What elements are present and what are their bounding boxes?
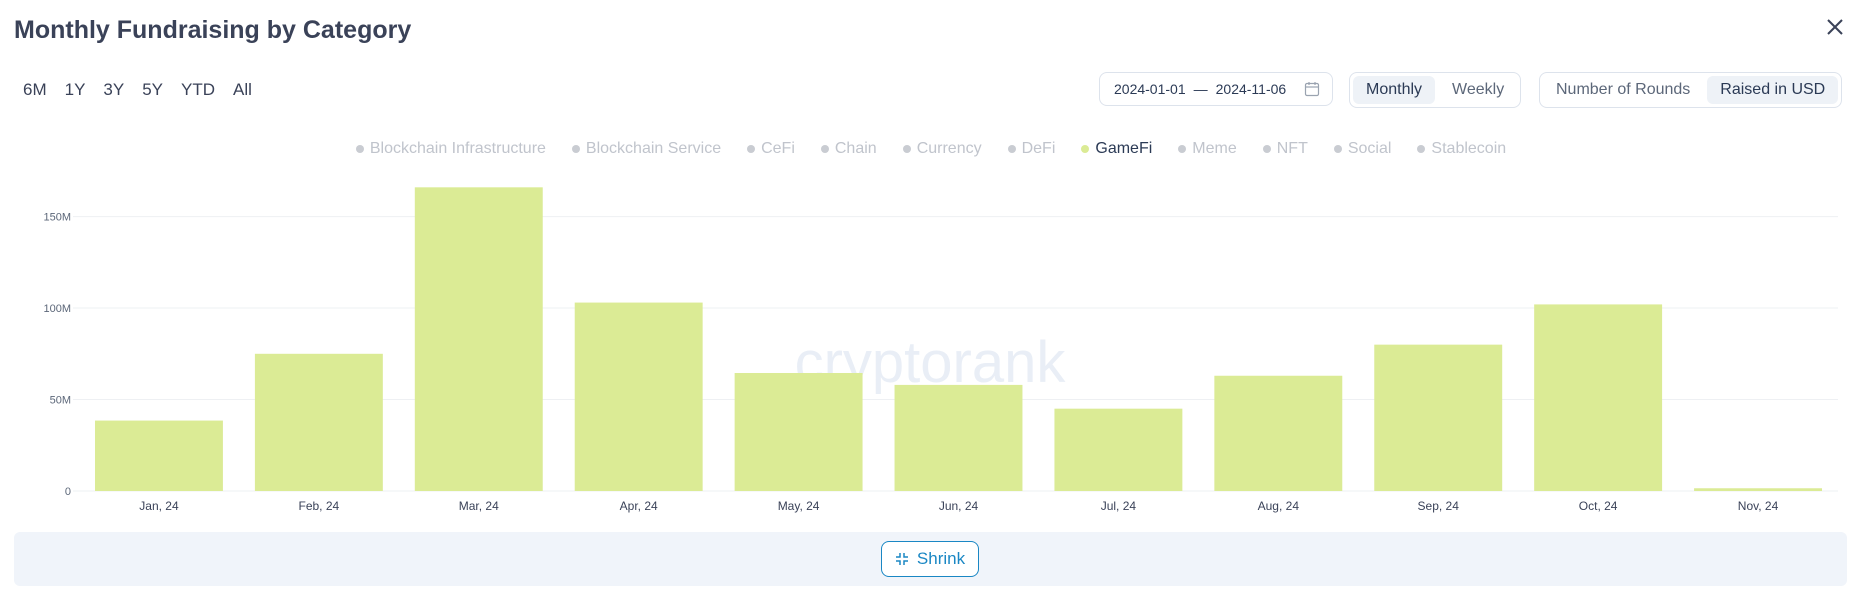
x-tick-label: Apr, 24 bbox=[620, 499, 658, 513]
bar-5[interactable] bbox=[734, 373, 863, 491]
bar-11[interactable] bbox=[1694, 488, 1823, 491]
y-tick-label: 50M bbox=[50, 395, 71, 407]
bar-10[interactable] bbox=[1534, 304, 1663, 491]
x-tick-label: Aug, 24 bbox=[1258, 499, 1300, 513]
x-tick-label: May, 24 bbox=[778, 499, 820, 513]
y-tick-label: 0 bbox=[65, 486, 71, 498]
x-tick-label: Jul, 24 bbox=[1101, 499, 1137, 513]
shrink-label: Shrink bbox=[916, 549, 966, 568]
shrink-button[interactable]: Shrink bbox=[881, 541, 979, 577]
y-tick-label: 100M bbox=[43, 303, 71, 315]
bar-9[interactable] bbox=[1374, 344, 1503, 491]
x-tick-label: Sep, 24 bbox=[1418, 499, 1460, 513]
bar-3[interactable] bbox=[414, 187, 543, 492]
shrink-icon bbox=[895, 553, 908, 565]
bar-7[interactable] bbox=[1054, 408, 1183, 491]
x-tick-label: Nov, 24 bbox=[1738, 499, 1779, 513]
x-tick-label: Oct, 24 bbox=[1579, 499, 1618, 513]
bar-4[interactable] bbox=[574, 302, 703, 491]
x-tick-label: Jan, 24 bbox=[139, 499, 179, 513]
x-tick-label: Feb, 24 bbox=[299, 499, 340, 513]
bar-2[interactable] bbox=[254, 353, 383, 491]
y-tick-label: 150M bbox=[43, 212, 71, 224]
x-tick-label: Mar, 24 bbox=[459, 499, 499, 513]
bar-1[interactable] bbox=[94, 420, 223, 491]
x-tick-label: Jun, 24 bbox=[939, 499, 979, 513]
bar-chart: cryptorank 050M100M150MJan, 24 Feb, 24 Mar… bbox=[43, 187, 1838, 513]
bar-6[interactable] bbox=[894, 384, 1023, 491]
bar-8[interactable] bbox=[1214, 375, 1343, 491]
